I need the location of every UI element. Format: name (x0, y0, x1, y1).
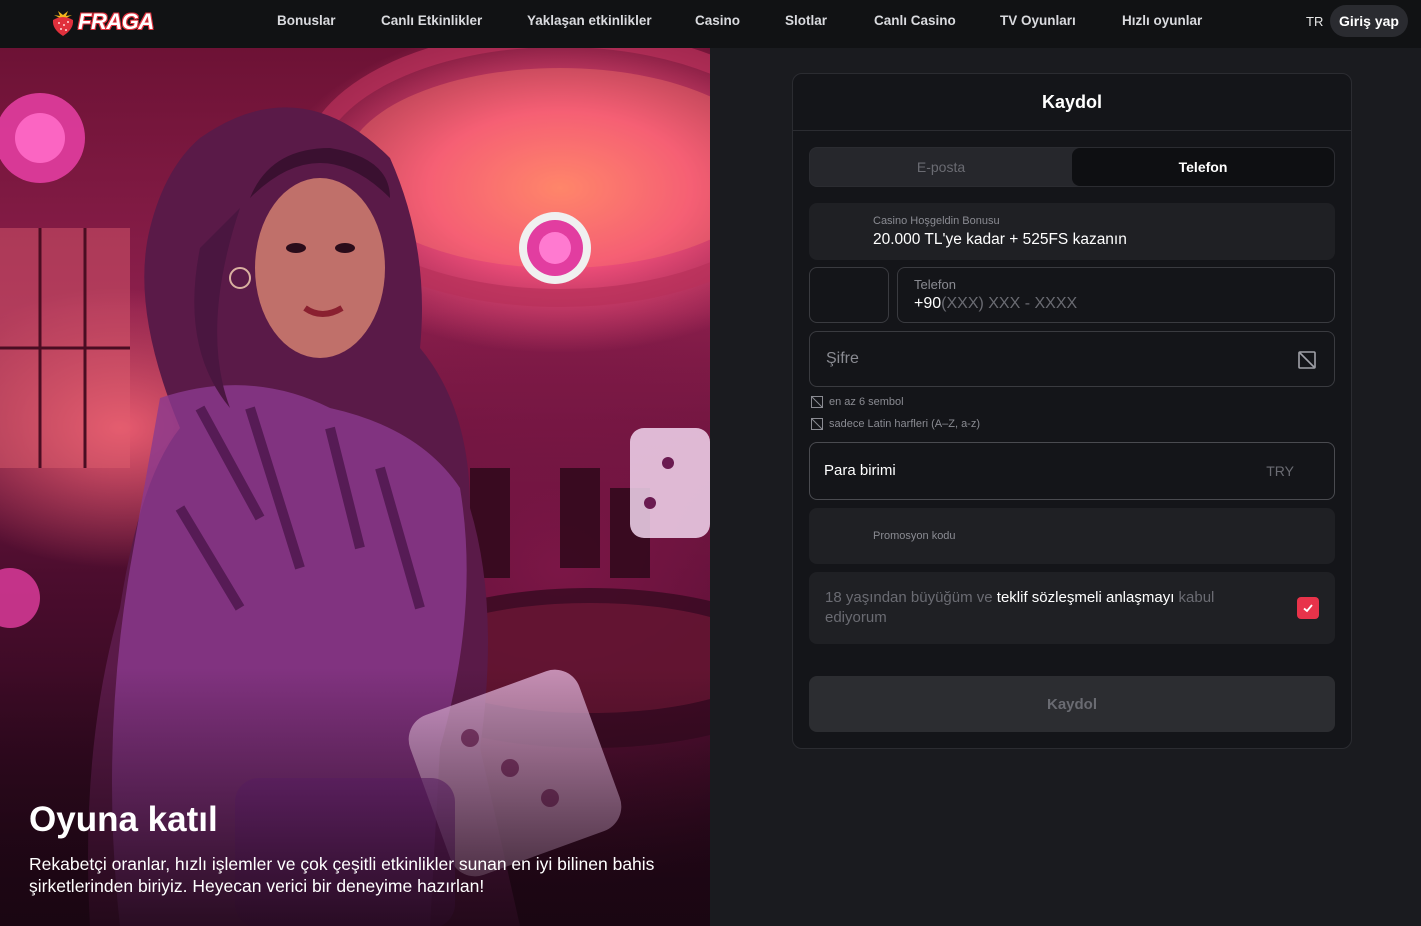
promo-code-label: Promosyon kodu (873, 530, 956, 542)
nav-item-slotlar[interactable]: Slotlar (785, 13, 827, 28)
nav-item-yaklasan-etkinlikler[interactable]: Yaklaşan etkinlikler (527, 13, 652, 28)
main-nav: Bonuslar Canlı Etkinlikler Yaklaşan etki… (0, 0, 1421, 48)
currency-value: TRY (1266, 463, 1294, 479)
terms-checkbox[interactable] (1297, 597, 1319, 619)
password-rule-latin: sadece Latin harfleri (A–Z, a-z) (811, 418, 980, 430)
phone-prefix: +90 (914, 295, 942, 312)
nav-item-tv-oyunlari[interactable]: TV Oyunları (1000, 13, 1076, 28)
phone-field[interactable]: Telefon +90(XXX) XXX - XXXX (897, 267, 1335, 323)
phone-mask: (XXX) XXX - XXXX (941, 295, 1078, 312)
tab-email[interactable]: E-posta (810, 148, 1072, 186)
nav-item-bonuslar[interactable]: Bonuslar (277, 13, 336, 28)
hero-description: Rekabetçi oranlar, hızlı işlemler ve çok… (29, 854, 655, 896)
nav-item-canli-casino[interactable]: Canlı Casino (874, 13, 956, 28)
nav-item-canli-etkinlikler[interactable]: Canlı Etkinlikler (381, 13, 482, 28)
password-placeholder: Şifre (826, 350, 859, 367)
currency-select[interactable]: Para birimi TRY (809, 442, 1335, 500)
phone-input[interactable]: +90(XXX) XXX - XXXX (914, 295, 1077, 313)
login-button[interactable]: Giriş yap (1330, 5, 1408, 37)
signup-method-tabs: E-posta Telefon (809, 147, 1335, 187)
nav-item-hizli-oyunlar[interactable]: Hızlı oyunlar (1122, 13, 1202, 28)
terms-link[interactable]: teklif sözleşmeli anlaşmayı (997, 589, 1175, 606)
rule-status-icon (811, 396, 823, 408)
form-title: Kaydol (793, 74, 1351, 131)
password-field[interactable]: Şifre (809, 331, 1335, 387)
registration-card: Kaydol E-posta Telefon Casino Hoşgeldin … (792, 73, 1352, 749)
password-rule-text: sadece Latin harfleri (A–Z, a-z) (829, 418, 981, 430)
hero-banner: Oyuna katıl Rekabetçi oranlar, hızlı işl… (0, 48, 710, 926)
country-code-selector[interactable] (809, 267, 889, 323)
currency-label: Para birimi (824, 462, 896, 479)
terms-text: 18 yaşından büyüğüm ve teklif sözleşmeli… (825, 588, 1275, 628)
language-selector[interactable]: TR (1306, 14, 1323, 29)
register-button[interactable]: Kaydol (809, 676, 1335, 732)
bonus-value: 20.000 TL'ye kadar + 525FS kazanın (873, 231, 1127, 248)
nav-item-casino[interactable]: Casino (695, 13, 740, 28)
hero-title: Oyuna katıl (29, 800, 218, 839)
password-rule-text: en az 6 sembol (829, 396, 904, 408)
promo-code-field[interactable]: Promosyon kodu (809, 508, 1335, 564)
bonus-selector[interactable]: Casino Hoşgeldin Bonusu 20.000 TL'ye kad… (809, 203, 1335, 260)
password-rule-length: en az 6 sembol (811, 396, 904, 408)
terms-text-before: 18 yaşından büyüğüm ve (825, 589, 997, 606)
phone-label: Telefon (914, 277, 956, 292)
tab-phone[interactable]: Telefon (1072, 148, 1334, 186)
terms-agreement: 18 yaşından büyüğüm ve teklif sözleşmeli… (809, 572, 1335, 644)
checkmark-icon (1303, 604, 1313, 613)
eye-slash-icon[interactable] (1298, 351, 1316, 369)
bonus-label: Casino Hoşgeldin Bonusu (873, 215, 1000, 227)
top-header: FRAGA Bonuslar Canlı Etkinlikler Yaklaşa… (0, 0, 1421, 48)
rule-status-icon (811, 418, 823, 430)
casino-hero-illustration (0, 48, 710, 926)
